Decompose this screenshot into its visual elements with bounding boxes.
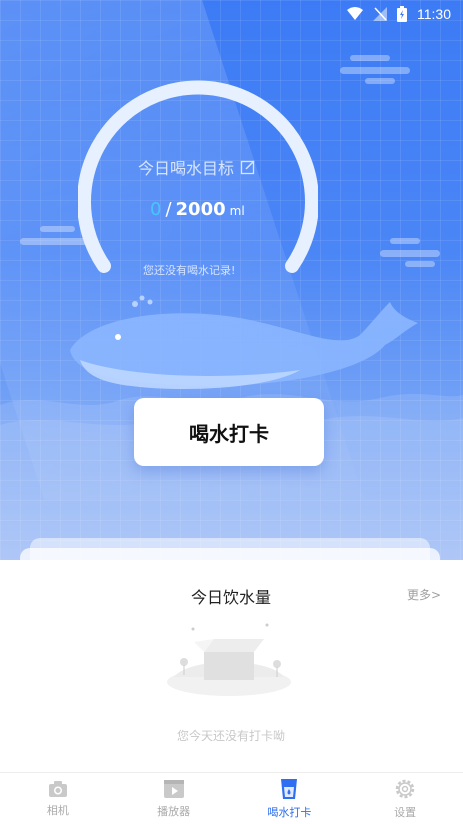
amount-unit: ml [229,204,245,218]
intake-card: 今日饮水量 更多> 您今天还没有打卡呦 [9,562,453,782]
cup-icon [281,778,298,799]
tab-player[interactable]: 播放器 [116,773,232,824]
goal-label: 今日喝水目标 [138,159,235,178]
camera-icon [48,780,67,797]
play-icon [163,779,184,798]
battery-icon [397,6,407,22]
cloud-icon [380,238,440,267]
empty-state-text: 您今天还没有打卡呦 [176,729,285,743]
no-record-text: 您还没有喝水记录! [143,264,236,277]
wifi-icon [347,7,363,20]
more-link[interactable]: 更多> [407,586,441,603]
goal-amount: 2000 [175,199,226,220]
goal-row[interactable]: 今日喝水目标 [138,155,256,179]
tab-camera[interactable]: 相机 [0,773,116,824]
tab-label: 相机 [46,803,69,817]
checkin-button[interactable]: 喝水打卡 [134,398,324,466]
gear-icon [395,779,415,798]
edit-icon[interactable] [240,159,256,175]
no-signal-icon [373,7,387,21]
card-title: 今日饮水量 [190,588,271,607]
tab-label: 播放器 [157,804,191,818]
status-bar: 11:30 [0,0,463,28]
amount-separator: / [165,199,172,220]
cloud-icon [340,55,410,84]
amount-display: 0 / 2000 ml [150,199,245,220]
tab-settings[interactable]: 设置 [347,773,463,824]
progress-ring [78,80,318,273]
hero-background [0,0,463,560]
tab-water-checkin[interactable]: 喝水打卡 [232,773,348,824]
status-time: 11:30 [417,6,451,22]
tab-label: 喝水打卡 [267,805,312,819]
bottom-tab-bar: 相机 播放器 喝水打卡 设置 [0,772,463,824]
empty-box-illustration [167,623,291,696]
current-amount: 0 [150,199,162,220]
tab-label: 设置 [394,805,417,819]
